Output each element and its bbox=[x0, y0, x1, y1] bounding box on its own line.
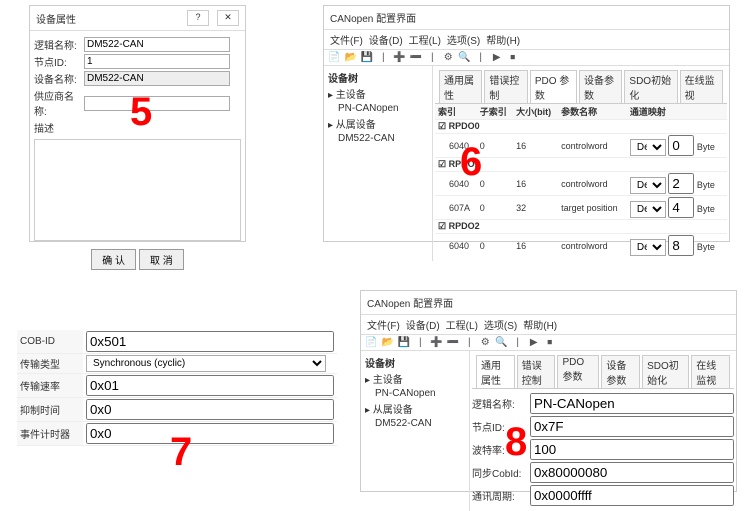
field-label: 供应商名称: bbox=[34, 88, 84, 118]
prop-input[interactable] bbox=[86, 399, 334, 420]
prop-input[interactable] bbox=[530, 462, 734, 483]
tree-item[interactable]: ▸ 主设备 bbox=[365, 370, 465, 387]
tab[interactable]: 在线监视 bbox=[680, 70, 723, 103]
prop-input[interactable] bbox=[86, 423, 334, 444]
cancel-button[interactable]: 取 消 bbox=[139, 249, 184, 270]
menu-item[interactable]: 选项(S) bbox=[484, 321, 517, 332]
tab[interactable]: 错误控制 bbox=[484, 70, 527, 103]
tree-item[interactable]: PN-CANopen bbox=[365, 387, 465, 400]
tree-item[interactable]: DM522-CAN bbox=[328, 132, 428, 145]
tree-item[interactable]: PN-CANopen bbox=[328, 102, 428, 115]
tabs: 通用属性错误控制PDO 参数设备参数SDO初始化在线监视 bbox=[472, 353, 734, 389]
tab[interactable]: 错误控制 bbox=[517, 355, 556, 388]
tree-item[interactable]: ▸ 从属设备 bbox=[328, 115, 428, 132]
prop-select[interactable]: Synchronous (cyclic) bbox=[86, 355, 326, 372]
tab[interactable]: 通用属性 bbox=[439, 70, 482, 103]
menu-item[interactable]: 文件(F) bbox=[330, 36, 363, 47]
menu-bar: 文件(F) 设备(D) 工程(L) 选项(S) 帮助(H) bbox=[361, 315, 736, 335]
menu-item[interactable]: 设备(D) bbox=[369, 36, 403, 47]
field-label: 设备名称: bbox=[34, 71, 84, 86]
property-row: COB-ID bbox=[17, 330, 337, 354]
window-title: CANopen 配置界面 bbox=[367, 295, 453, 310]
tab[interactable]: SDO初始化 bbox=[624, 70, 677, 103]
tabs: 通用属性错误控制PDO 参数设备参数SDO初始化在线监视 bbox=[435, 68, 727, 104]
help-icon[interactable]: ? bbox=[187, 10, 209, 26]
prop-label: 通讯周期: bbox=[472, 488, 530, 503]
canopen-config-window-pdo: CANopen 配置界面 文件(F) 设备(D) 工程(L) 选项(S) 帮助(H) 📄… bbox=[323, 5, 730, 242]
toolbar: 📄📂💾|➕➖|⚙🔍|▶⏹ bbox=[324, 50, 729, 66]
prop-input[interactable] bbox=[530, 393, 734, 414]
field-input[interactable] bbox=[84, 71, 230, 86]
tab[interactable]: 通用属性 bbox=[476, 355, 515, 388]
menu-item[interactable]: 工程(L) bbox=[409, 36, 441, 47]
marker-7: 7 bbox=[170, 430, 192, 475]
marker-6: 6 bbox=[460, 140, 482, 185]
menu-item[interactable]: 帮助(H) bbox=[486, 36, 520, 47]
tab[interactable]: PDO 参数 bbox=[557, 355, 599, 388]
tree-item[interactable]: ▸ 主设备 bbox=[328, 85, 428, 102]
dialog-title: 设备属性 bbox=[36, 11, 76, 26]
tab[interactable]: 设备参数 bbox=[601, 355, 640, 388]
device-tree: 设备树 ▸ 主设备PN-CANopen▸ 从属设备DM522-CAN bbox=[361, 351, 470, 511]
prop-input[interactable] bbox=[530, 416, 734, 437]
menu-item[interactable]: 工程(L) bbox=[446, 321, 478, 332]
prop-input[interactable] bbox=[530, 485, 734, 506]
marker-8: 8 bbox=[505, 420, 527, 465]
field-label: 节点ID: bbox=[34, 54, 84, 69]
tab[interactable]: 设备参数 bbox=[579, 70, 622, 103]
field-input[interactable] bbox=[84, 96, 230, 111]
field-input[interactable] bbox=[84, 54, 230, 69]
window-title: CANopen 配置界面 bbox=[330, 10, 416, 25]
prop-input[interactable] bbox=[86, 331, 334, 352]
property-row: 传输速率 bbox=[17, 374, 337, 398]
tab[interactable]: SDO初始化 bbox=[642, 355, 689, 388]
prop-label: 逻辑名称: bbox=[472, 396, 530, 411]
tree-item[interactable]: ▸ 从属设备 bbox=[365, 400, 465, 417]
menu-item[interactable]: 选项(S) bbox=[447, 36, 480, 47]
marker-5: 5 bbox=[130, 90, 152, 135]
tab[interactable]: 在线监视 bbox=[691, 355, 730, 388]
field-input[interactable] bbox=[84, 37, 230, 52]
ok-button[interactable]: 确 认 bbox=[91, 249, 136, 270]
prop-input[interactable] bbox=[530, 439, 734, 460]
transmission-props: COB-ID传输类型Synchronous (cyclic)传输速率抑制时间事件… bbox=[17, 330, 337, 430]
menu-item[interactable]: 文件(F) bbox=[367, 321, 400, 332]
prop-input[interactable] bbox=[86, 375, 334, 396]
tab[interactable]: PDO 参数 bbox=[530, 70, 577, 103]
toolbar: 📄📂💾|➕➖|⚙🔍|▶⏹ bbox=[361, 335, 736, 351]
field-label: 逻辑名称: bbox=[34, 37, 84, 52]
prop-label: 同步CobId: bbox=[472, 465, 530, 480]
description-area[interactable] bbox=[34, 139, 241, 241]
canopen-config-window-general: CANopen 配置界面 文件(F) 设备(D) 工程(L) 选项(S) 帮助(H) 📄… bbox=[360, 290, 737, 492]
menu-item[interactable]: 设备(D) bbox=[406, 321, 440, 332]
close-icon[interactable]: ✕ bbox=[217, 10, 239, 26]
property-row: 传输类型Synchronous (cyclic) bbox=[17, 354, 337, 374]
table-row[interactable]: 6040016controlwordDec Byte bbox=[435, 234, 727, 258]
property-row: 抑制时间 bbox=[17, 398, 337, 422]
menu-bar: 文件(F) 设备(D) 工程(L) 选项(S) 帮助(H) bbox=[324, 30, 729, 50]
tree-item[interactable]: DM522-CAN bbox=[365, 417, 465, 430]
device-tree: 设备树 ▸ 主设备PN-CANopen▸ 从属设备DM522-CAN bbox=[324, 66, 433, 261]
menu-item[interactable]: 帮助(H) bbox=[523, 321, 557, 332]
table-row[interactable]: 607A032target positionDec Byte bbox=[435, 196, 727, 220]
